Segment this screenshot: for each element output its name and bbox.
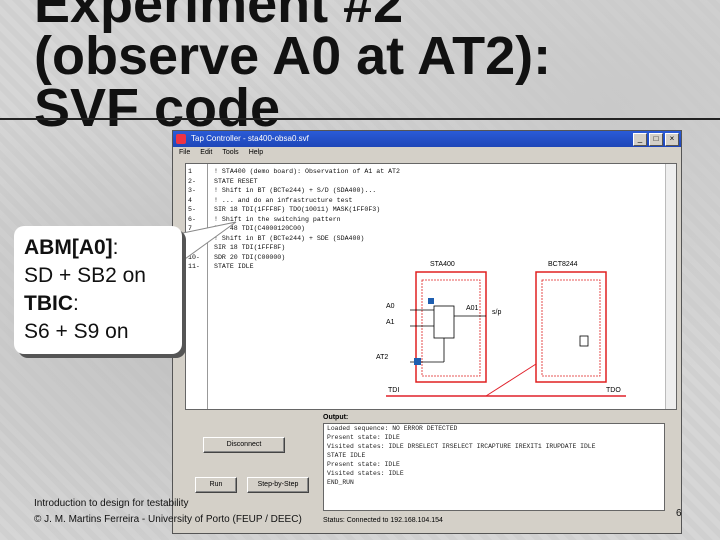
output-line: Present state: IDLE — [327, 434, 400, 441]
menu-tools[interactable]: Tools — [222, 147, 238, 159]
at2-label: AT2 — [376, 354, 388, 361]
code-line: SIR 18 TDI(1FFF8F) TDO(10011) MASK(1FF0F… — [214, 206, 381, 213]
a1-label: A1 — [386, 319, 395, 326]
run-button[interactable]: Run — [195, 477, 237, 493]
sp-label: s/p — [492, 309, 501, 316]
title-line-2: (observe A0 at AT2): — [34, 26, 552, 86]
title-divider — [0, 118, 720, 120]
slide-footer: Introduction to design for testability ©… — [34, 496, 302, 528]
footer-line-2: © J. M. Martins Ferreira - University of… — [34, 514, 302, 525]
sta400-label: STA400 — [430, 261, 455, 268]
a0-label: A0 — [386, 303, 395, 310]
app-icon — [176, 134, 186, 144]
tdi-label: TDI — [388, 387, 399, 394]
a01-label: A01 — [466, 305, 479, 312]
editor-scrollbar[interactable] — [665, 164, 676, 409]
output-line: STATE IDLE — [327, 452, 366, 459]
tap-controller-window: Tap Controller - sta400-obsa0.svf _ □ × … — [172, 130, 682, 534]
svf-code-editor[interactable]: 1 2- 3- 4 5- 6- 7 8- 9- 10- 11- ! STA400… — [185, 163, 677, 410]
menu-bar: File Edit Tools Help — [173, 147, 681, 159]
probe-a0 — [428, 298, 434, 304]
chain-link — [485, 363, 537, 397]
output-label: Output: — [323, 414, 349, 421]
callout-line-2: SD + SB2 on — [24, 264, 146, 287]
callout-line-4: S6 + S9 on — [24, 320, 129, 343]
bct8244-label: BCT8244 — [548, 261, 578, 268]
connection-status: Status: Connected to 192.168.104.154 — [323, 517, 443, 524]
line-number: 4 — [188, 196, 192, 204]
switch-matrix — [433, 305, 455, 339]
output-line: Loaded sequence: NO ERROR DETECTED — [327, 425, 458, 432]
output-line: Visited states: IDLE DRSELECT IRSELECT I… — [327, 443, 596, 450]
line-number: 1 — [188, 168, 192, 175]
line-number: 3- — [188, 187, 196, 194]
code-line: SDR 48 TDI(C4000120C00) — [214, 225, 306, 232]
minimize-icon[interactable]: _ — [633, 133, 647, 146]
page-number: 6 — [676, 508, 682, 519]
code-line: STATE RESET — [214, 177, 258, 185]
callout-colon-1: : — [112, 236, 119, 259]
footer-line-1: Introduction to design for testability — [34, 498, 189, 509]
line-number: 2- — [188, 177, 196, 185]
callout-abm: ABM[A0] — [24, 236, 113, 259]
line-number-gutter: 1 2- 3- 4 5- 6- 7 8- 9- 10- 11- — [186, 164, 208, 409]
tdo-label: TDO — [606, 387, 621, 394]
output-line: END_RUN — [327, 479, 354, 486]
bct8244-chip — [535, 271, 607, 383]
output-log[interactable]: Loaded sequence: NO ERROR DETECTED Prese… — [323, 423, 665, 511]
slide-title: Experiment #2 (observe A0 at AT2): SVF c… — [34, 0, 674, 138]
output-line: Visited states: IDLE — [327, 470, 404, 477]
code-line: ! ... and do an infrastructure test — [214, 196, 353, 204]
step-by-step-button[interactable]: Step-by-Step — [247, 477, 309, 493]
callout-tbic: TBIC — [24, 292, 73, 315]
menu-edit[interactable]: Edit — [200, 147, 212, 159]
close-icon[interactable]: × — [665, 133, 679, 146]
code-line: ! STA400 (demo board): Observation of A1… — [214, 168, 400, 175]
window-title: Tap Controller - sta400-obsa0.svf — [191, 134, 309, 143]
code-line: ! Shift in BT (BCTe244) + SDE (SDA400) — [214, 234, 365, 242]
code-line: ! Shift in the switching pattern — [214, 215, 341, 223]
disconnect-button[interactable]: Disconnect — [203, 437, 285, 453]
output-line: Present state: IDLE — [327, 461, 400, 468]
bct-cell — [579, 335, 589, 347]
probe-at2 — [414, 358, 421, 365]
maximize-icon[interactable]: □ — [649, 133, 663, 146]
window-titlebar[interactable]: Tap Controller - sta400-obsa0.svf _ □ × — [173, 131, 681, 147]
title-line-3: SVF code — [34, 78, 281, 138]
board-schematic: STA400 BCT8244 A0 A1 AT2 A01 s/p TDI TDO — [376, 261, 626, 397]
code-line: ! Shift in BT (BCTe244) + S/D (SDA400)..… — [214, 187, 377, 194]
callout-note: ABM[A0]: SD + SB2 on TBIC: S6 + S9 on — [14, 226, 182, 354]
menu-file[interactable]: File — [179, 147, 190, 159]
callout-colon-2: : — [73, 292, 79, 315]
callout-pointer — [178, 221, 237, 265]
menu-help[interactable]: Help — [249, 147, 263, 159]
